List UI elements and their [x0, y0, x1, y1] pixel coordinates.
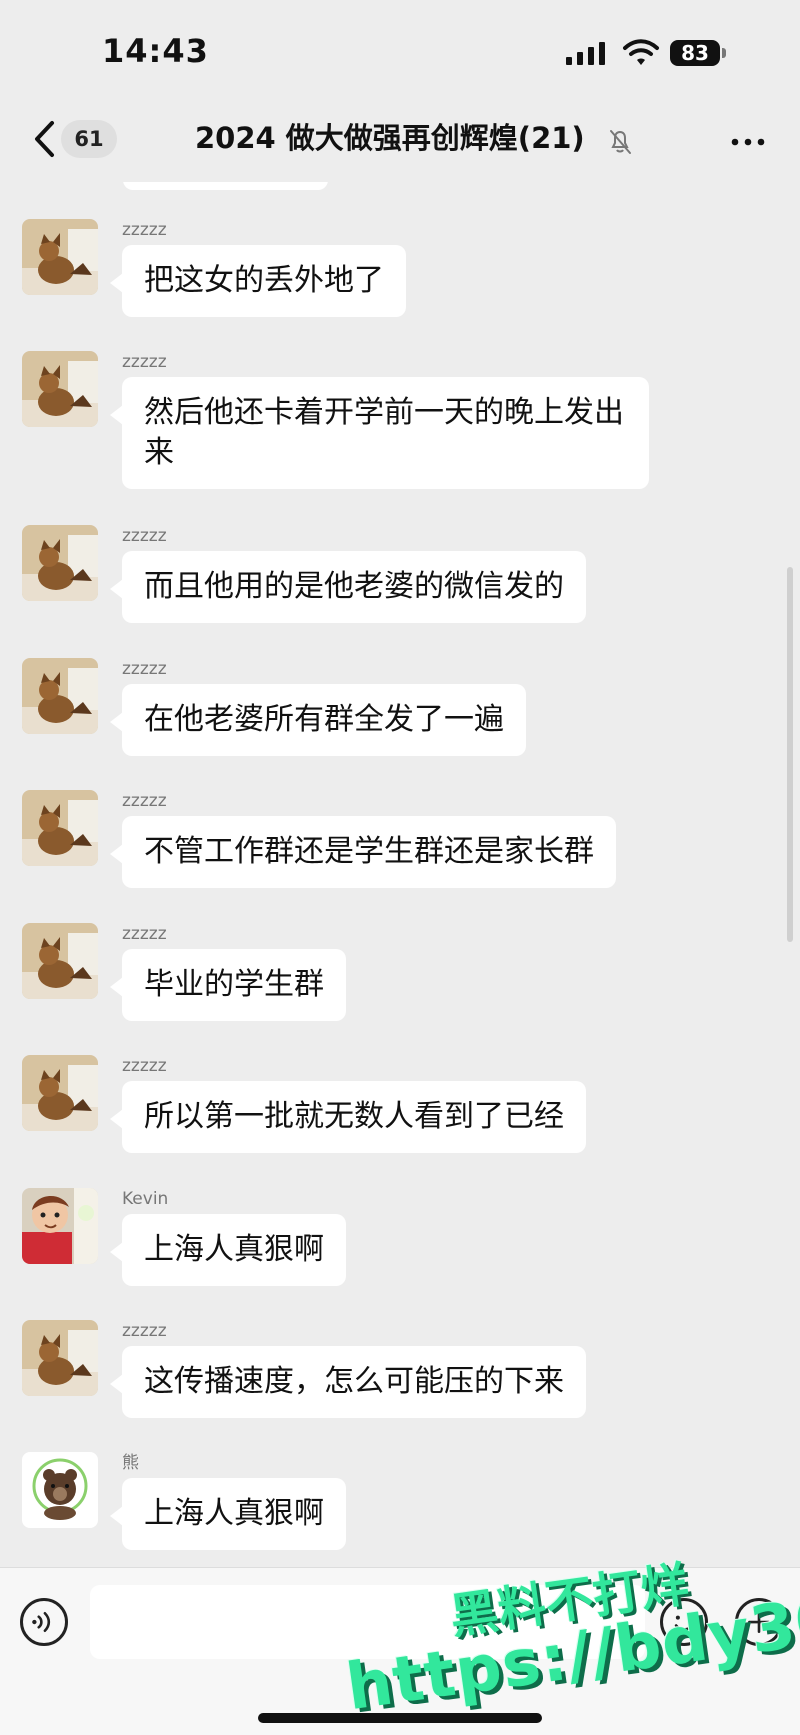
message-bubble[interactable]: 把这女的丢外地了 — [110, 245, 406, 317]
cat-avatar[interactable] — [22, 219, 98, 295]
cat-avatar[interactable] — [22, 1320, 98, 1396]
status-time: 14:43 — [102, 32, 209, 70]
cat-avatar-image — [22, 790, 98, 866]
sender-name: zzzzz — [122, 924, 167, 944]
cat-avatar-image — [22, 525, 98, 601]
cat-avatar-image — [22, 658, 98, 734]
signal-icon — [566, 42, 605, 65]
message-bubble[interactable]: 在他老婆所有群全发了一遍 — [110, 684, 526, 756]
chevron-left-icon[interactable] — [25, 118, 65, 160]
chat-header: 61 2024 做大做强再创辉煌(21) — [0, 100, 800, 183]
message-bubble[interactable]: 然后他还卡着开学前一天的晚上发出来 — [110, 377, 649, 489]
sender-name: zzzzz — [122, 659, 167, 679]
message-bubble[interactable]: 不管工作群还是学生群还是家长群 — [110, 816, 616, 888]
battery-icon: 83 — [670, 40, 720, 66]
battery-tip-icon — [722, 48, 726, 58]
voice-icon[interactable] — [20, 1598, 68, 1646]
sender-name: zzzzz — [122, 352, 167, 372]
cat-avatar[interactable] — [22, 351, 98, 427]
wechat-chat-screen: 14:43 83 61 2024 做大做强再创辉煌(21) zzzzz 把这女的… — [0, 0, 800, 1735]
cat-avatar[interactable] — [22, 790, 98, 866]
sender-name: Kevin — [122, 1189, 169, 1209]
sender-name: zzzzz — [122, 526, 167, 546]
cat-avatar-image — [22, 1055, 98, 1131]
sender-name: zzzzz — [122, 1056, 167, 1076]
cat-avatar-image — [22, 351, 98, 427]
cat-avatar[interactable] — [22, 525, 98, 601]
wifi-icon — [623, 39, 659, 65]
partial-message-bubble — [123, 182, 328, 190]
cat-avatar-image — [22, 1320, 98, 1396]
unread-count-badge[interactable]: 61 — [61, 120, 117, 158]
cat-avatar[interactable] — [22, 1055, 98, 1131]
chat-title: 2024 做大做强再创辉煌(21) — [195, 121, 585, 155]
muted-bell-icon — [610, 130, 631, 154]
sender-name: 熊 — [122, 1453, 139, 1473]
message-bubble[interactable]: 上海人真狠啊 — [110, 1478, 346, 1550]
message-bubble[interactable]: 所以第一批就无数人看到了已经 — [110, 1081, 586, 1153]
message-bubble[interactable]: 而且他用的是他老婆的微信发的 — [110, 551, 586, 623]
message-list[interactable]: zzzzz 把这女的丢外地了 zzzzz 然后他还卡着开学前一天的晚上发出来 z… — [0, 182, 800, 1567]
sender-name: zzzzz — [122, 791, 167, 811]
message-bubble[interactable]: 这传播速度，怎么可能压的下来 — [110, 1346, 586, 1418]
bear-avatar-image — [22, 1452, 98, 1528]
cartoon-avatar-image — [22, 1188, 98, 1264]
sender-name: zzzzz — [122, 1321, 167, 1341]
message-bubble[interactable]: 毕业的学生群 — [110, 949, 346, 1021]
cat-avatar[interactable] — [22, 923, 98, 999]
scrollbar[interactable] — [787, 567, 793, 942]
cartoon-avatar[interactable] — [22, 1188, 98, 1264]
bear-avatar[interactable] — [22, 1452, 98, 1528]
cat-avatar[interactable] — [22, 658, 98, 734]
cat-avatar-image — [22, 219, 98, 295]
message-bubble[interactable]: 上海人真狠啊 — [110, 1214, 346, 1286]
cat-avatar-image — [22, 923, 98, 999]
sender-name: zzzzz — [122, 220, 167, 240]
status-bar: 14:43 83 — [0, 0, 800, 100]
more-dots-icon[interactable] — [727, 127, 769, 157]
